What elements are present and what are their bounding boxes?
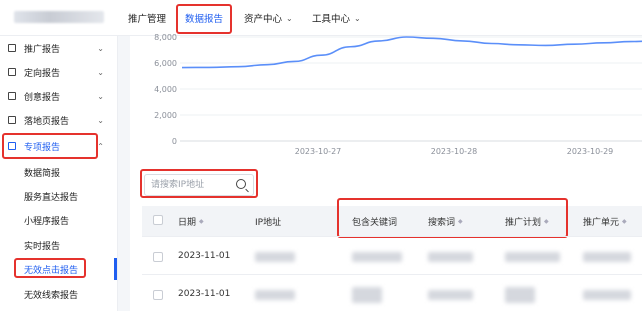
cell-ip-masked bbox=[255, 252, 295, 262]
column-header-date[interactable]: 日期 ◆ bbox=[178, 215, 204, 228]
row-divider bbox=[142, 274, 642, 275]
column-header-unit[interactable]: 推广单元 ◆ bbox=[583, 215, 627, 228]
cell-date: 2023-11-01 bbox=[178, 289, 231, 299]
cell-campaign-masked bbox=[505, 252, 560, 262]
highlight-box-search bbox=[140, 169, 258, 198]
sort-icon[interactable]: ◆ bbox=[622, 218, 627, 225]
column-label: IP地址 bbox=[255, 218, 282, 228]
x-tick-label: 2023-10-28 bbox=[431, 147, 478, 156]
cell-ip-masked bbox=[255, 290, 295, 300]
row-checkbox[interactable] bbox=[153, 290, 163, 300]
trend-line-chart: 0 2,000 4,000 6,000 8,000 2023-10-27 2023-10-2… bbox=[154, 33, 642, 156]
cell-unit-masked bbox=[583, 252, 631, 262]
sidebar-subitem-realtime-report[interactable]: 实时报告 bbox=[24, 239, 60, 252]
cell-campaign-masked bbox=[505, 287, 535, 303]
select-all-checkbox[interactable] bbox=[153, 215, 163, 225]
sidebar-subitem-miniprogram-report[interactable]: 小程序报告 bbox=[24, 214, 69, 227]
sort-icon[interactable]: ◆ bbox=[199, 218, 204, 225]
active-indicator bbox=[114, 258, 117, 280]
cell-search-term-masked bbox=[428, 252, 473, 262]
row-divider bbox=[142, 236, 642, 237]
y-tick-label: 4,000 bbox=[154, 85, 177, 94]
y-tick-label: 0 bbox=[172, 137, 177, 146]
column-header-ip: IP地址 bbox=[255, 215, 281, 228]
cell-unit-masked bbox=[583, 290, 631, 300]
x-tick-label: 2023-10-27 bbox=[295, 147, 342, 156]
column-label: 推广单元 bbox=[583, 218, 620, 228]
sidebar-subitem-service-report[interactable]: 服务直达报告 bbox=[24, 190, 78, 203]
x-tick-label: 2023-10-29 bbox=[567, 147, 614, 156]
highlight-box-invalid-click bbox=[14, 258, 86, 278]
cell-search-term-masked bbox=[428, 290, 473, 300]
highlight-box-columns bbox=[337, 198, 568, 238]
row-checkbox[interactable] bbox=[153, 252, 163, 262]
y-tick-label: 6,000 bbox=[154, 59, 177, 68]
y-tick-label: 8,000 bbox=[154, 33, 177, 42]
cell-keyword-masked bbox=[352, 287, 382, 303]
cell-date: 2023-11-01 bbox=[178, 251, 231, 261]
sidebar-subitem-invalid-leads-report[interactable]: 无效线索报告 bbox=[24, 288, 78, 301]
y-tick-label: 2,000 bbox=[154, 111, 177, 120]
cell-keyword-masked bbox=[352, 252, 402, 262]
column-label: 日期 bbox=[178, 218, 197, 228]
